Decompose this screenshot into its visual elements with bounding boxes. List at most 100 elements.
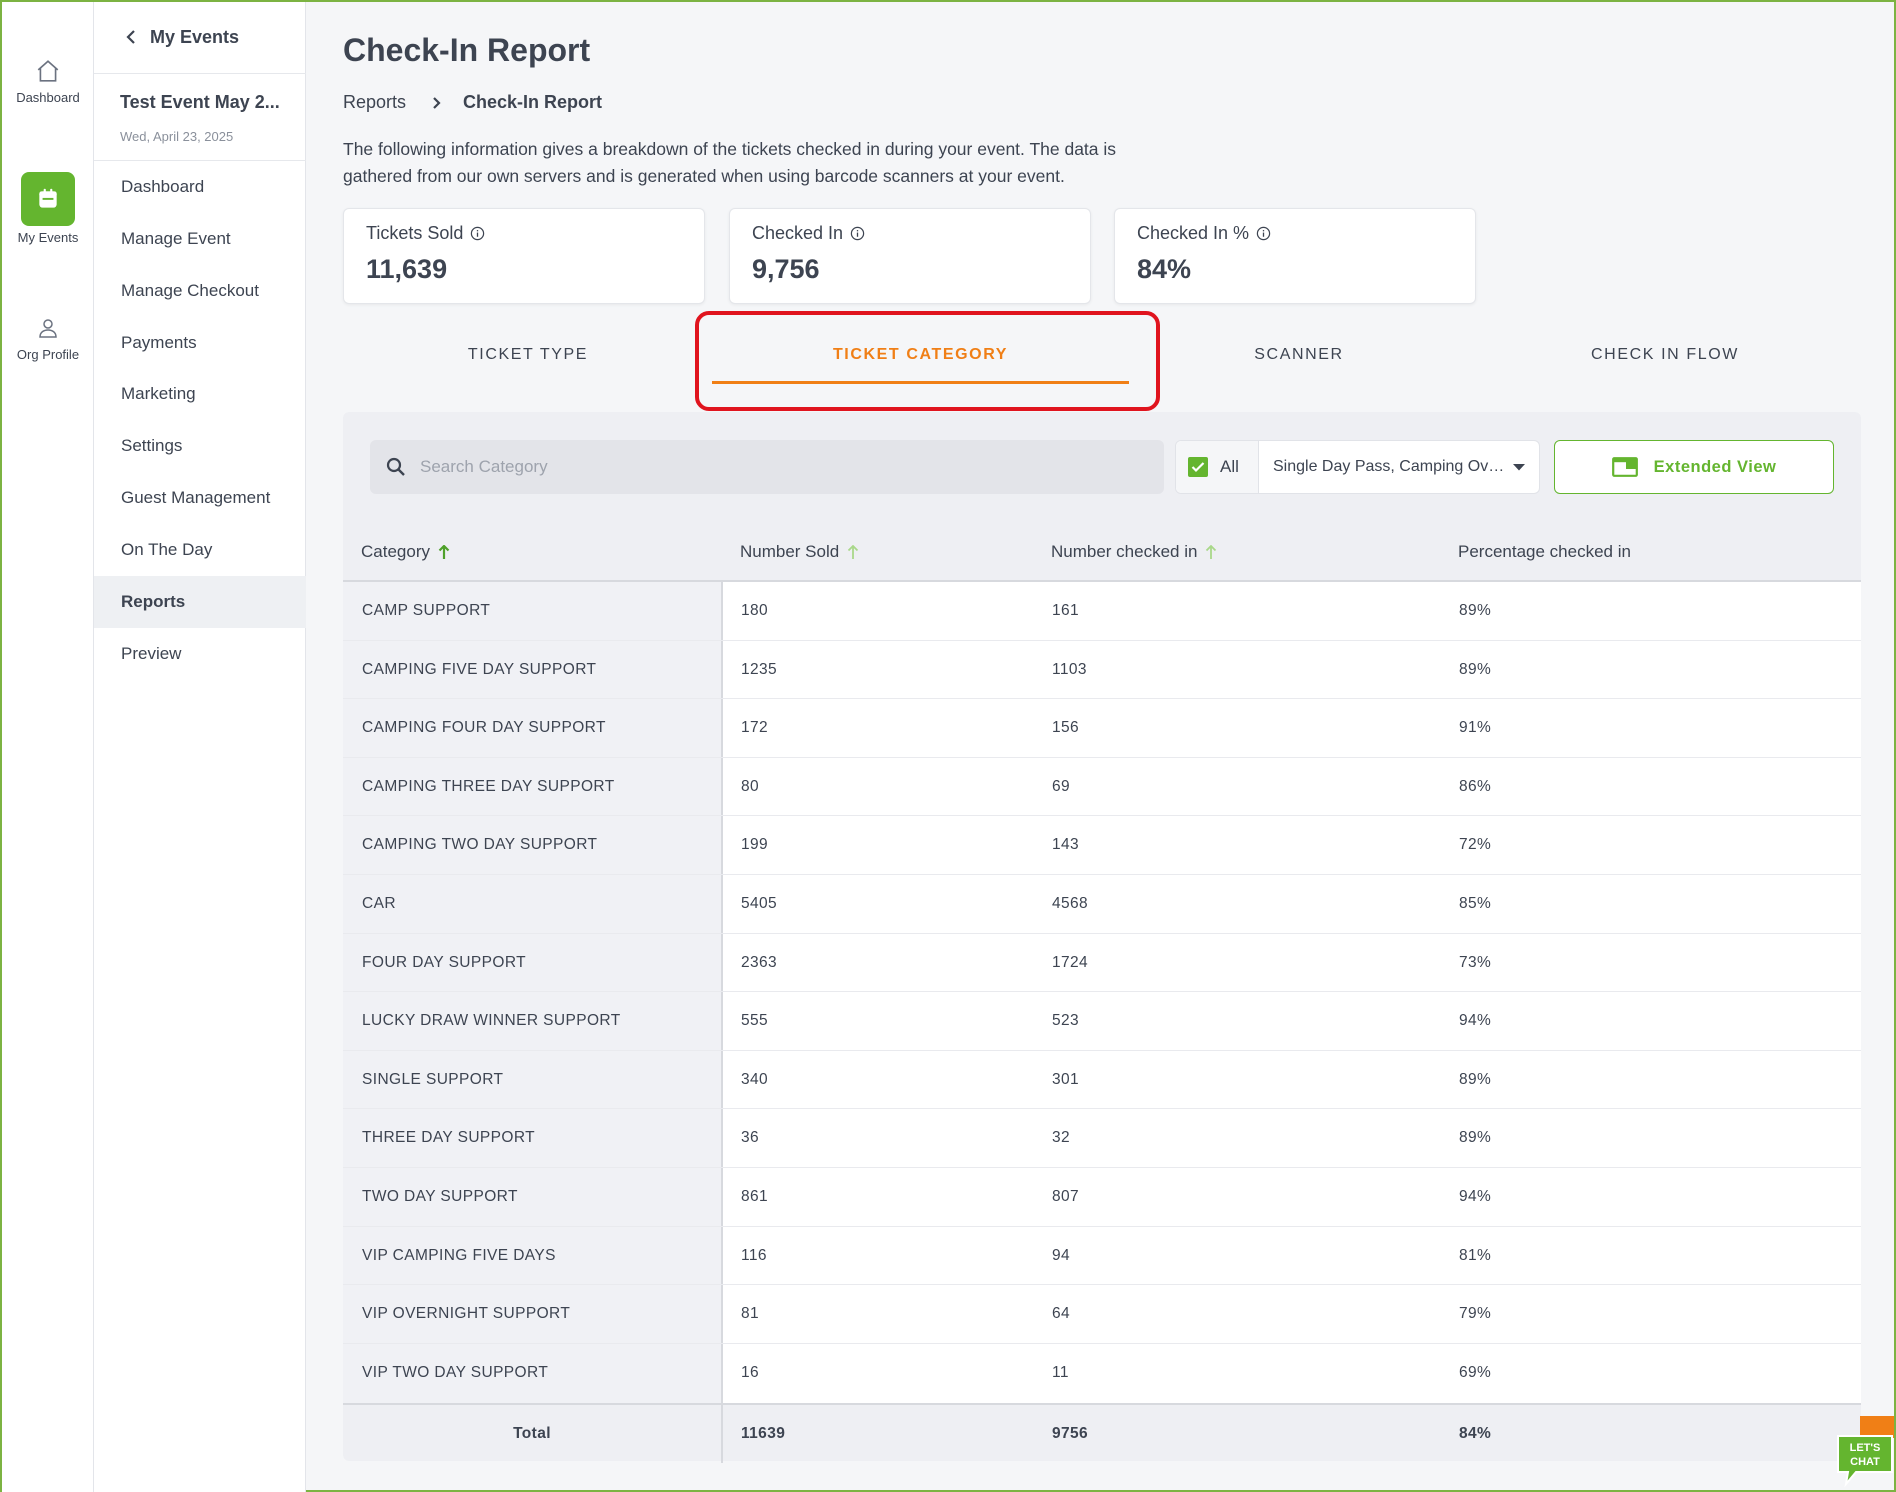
sidebar-item-marketing[interactable]: Marketing	[94, 368, 306, 420]
search-icon	[386, 457, 405, 476]
sidebar-item-manage-checkout[interactable]: Manage Checkout	[94, 265, 306, 317]
icon-rail: Dashboard My Events Org Profile	[2, 2, 94, 1492]
rail-item-my-events[interactable]: My Events	[2, 172, 94, 245]
caret-down-icon	[1513, 463, 1525, 470]
category-report-panel: All Single Day Pass, Camping Over... Ext…	[343, 412, 1861, 1463]
cell-percentage: 85%	[1459, 895, 1492, 912]
total-label: Total	[513, 1425, 551, 1442]
rail-label-dashboard: Dashboard	[16, 90, 80, 105]
column-header-number-sold[interactable]: Number Sold	[740, 522, 859, 582]
extended-view-button[interactable]: Extended View	[1554, 440, 1834, 494]
calendar-icon	[21, 172, 75, 226]
column-header-label: Category	[361, 542, 430, 561]
cell-category: VIP TWO DAY SUPPORT	[362, 1363, 549, 1381]
stat-card-tickets-sold: Tickets Sold 11,639	[343, 208, 705, 304]
cell-number-sold: 2363	[741, 953, 778, 971]
sidebar-item-payments[interactable]: Payments	[94, 317, 306, 369]
cell-number-sold: 180	[741, 602, 769, 619]
cell-percentage: 72%	[1459, 836, 1492, 854]
cell-number-checked-in: 807	[1052, 1188, 1080, 1205]
sidebar-item-reports[interactable]: Reports	[94, 576, 306, 628]
event-sidebar: My Events Test Event May 2... Wed, April…	[94, 2, 306, 1492]
cell-number-checked-in: 301	[1052, 1070, 1080, 1088]
breadcrumb-current: Check-In Report	[463, 92, 603, 112]
info-icon[interactable]	[470, 226, 485, 241]
stat-label: Checked In %	[1137, 223, 1250, 243]
column-header-category[interactable]: Category	[361, 522, 450, 582]
rail-item-org-profile[interactable]: Org Profile	[2, 315, 94, 362]
extended-view-label: Extended View	[1653, 457, 1777, 476]
column-header-number-checked-in[interactable]: Number checked in	[1051, 522, 1217, 582]
highlight-annotation-box	[695, 311, 1160, 411]
table-total-row: Total 11639 9756 84%	[343, 1403, 1861, 1463]
cell-number-checked-in: 523	[1052, 1012, 1080, 1030]
cell-category: THREE DAY SUPPORT	[362, 1129, 536, 1147]
stat-value: 84%	[1137, 254, 1192, 284]
all-checkbox[interactable]	[1188, 457, 1208, 477]
tab-check-in-flow[interactable]: CHECK IN FLOW	[1469, 332, 1861, 378]
cell-number-checked-in: 94	[1052, 1246, 1071, 1264]
back-to-my-events-link[interactable]: My Events	[126, 24, 239, 50]
table-row: CAMP SUPPORT 180 161 89%	[343, 582, 1861, 641]
cell-number-sold: 116	[741, 1246, 767, 1264]
cell-category: CAMPING FIVE DAY SUPPORT	[362, 660, 597, 678]
stat-card-checked-in-percent: Checked In % 84%	[1114, 208, 1476, 304]
cell-number-checked-in: 69	[1052, 777, 1071, 795]
stat-card-checked-in: Checked In 9,756	[729, 208, 1091, 304]
cell-number-checked-in: 11	[1052, 1363, 1069, 1381]
cell-percentage: 89%	[1459, 1070, 1492, 1088]
divider	[94, 73, 306, 74]
table-header: Category Number Sold Number checked in P…	[343, 522, 1861, 582]
cell-number-sold: 555	[741, 1012, 769, 1030]
table-row: CAMPING FIVE DAY SUPPORT 1235 1103 89%	[343, 641, 1861, 700]
cell-category: LUCKY DRAW WINNER SUPPORT	[362, 1012, 621, 1030]
chat-bubble-icon: LET'S CHAT	[1837, 1416, 1894, 1488]
cell-percentage: 91%	[1459, 719, 1492, 737]
cell-number-sold: 16	[741, 1363, 760, 1381]
column-header-percentage-checked-in[interactable]: Percentage checked in	[1458, 522, 1631, 582]
info-icon[interactable]	[1256, 226, 1271, 241]
table-row: THREE DAY SUPPORT 36 32 89%	[343, 1109, 1861, 1168]
cell-number-checked-in: 32	[1052, 1129, 1071, 1147]
sort-arrow-up-icon	[848, 544, 859, 559]
chat-label-line1: LET'S	[1850, 1442, 1881, 1454]
rail-item-dashboard[interactable]: Dashboard	[2, 58, 94, 105]
table-row: CAMPING FOUR DAY SUPPORT 172 156 91%	[343, 699, 1861, 758]
check-icon	[1191, 462, 1205, 473]
cell-category: CAMPING TWO DAY SUPPORT	[362, 836, 598, 854]
total-number-sold: 11639	[741, 1425, 786, 1442]
page-title: Check-In Report	[343, 32, 591, 68]
table-row: VIP CAMPING FIVE DAYS 116 94 81%	[343, 1227, 1861, 1286]
sort-arrow-up-icon	[1206, 544, 1217, 559]
stat-label: Tickets Sold	[366, 223, 464, 243]
sidebar-item-settings[interactable]: Settings	[94, 420, 306, 472]
tab-ticket-type[interactable]: TICKET TYPE	[343, 332, 713, 378]
back-link-label: My Events	[150, 26, 240, 47]
cell-category: CAR	[362, 895, 396, 912]
column-header-label: Number checked in	[1051, 542, 1198, 561]
cell-category: FOUR DAY SUPPORT	[362, 953, 527, 971]
sidebar-item-manage-event[interactable]: Manage Event	[94, 213, 306, 265]
cell-category: VIP CAMPING FIVE DAYS	[362, 1246, 556, 1264]
sidebar-item-guest-management[interactable]: Guest Management	[94, 472, 306, 524]
cell-number-checked-in: 1724	[1052, 953, 1089, 971]
tab-scanner[interactable]: SCANNER	[1129, 332, 1469, 378]
sort-arrow-up-icon	[438, 544, 450, 559]
ticket-type-select[interactable]: Single Day Pass, Camping Over...	[1259, 441, 1539, 493]
search-input[interactable]	[420, 457, 1120, 477]
ticket-type-select-value: Single Day Pass, Camping Over...	[1273, 458, 1513, 475]
cell-number-sold: 81	[741, 1305, 760, 1323]
lets-chat-widget[interactable]: LET'S CHAT	[1836, 1416, 1894, 1488]
info-icon[interactable]	[850, 226, 865, 241]
filter-all: All	[1176, 441, 1259, 493]
sidebar-item-on-the-day[interactable]: On The Day	[94, 524, 306, 576]
cell-percentage: 81%	[1459, 1246, 1492, 1264]
cell-category: TWO DAY SUPPORT	[362, 1188, 518, 1205]
ticket-filter: All Single Day Pass, Camping Over...	[1175, 440, 1540, 494]
sidebar-item-dashboard[interactable]: Dashboard	[94, 161, 306, 213]
sidebar-item-preview[interactable]: Preview	[94, 628, 306, 680]
table-row: VIP OVERNIGHT SUPPORT 81 64 79%	[343, 1285, 1861, 1344]
cell-category: VIP OVERNIGHT SUPPORT	[362, 1305, 571, 1323]
breadcrumb-reports-link[interactable]: Reports	[343, 92, 406, 113]
user-icon	[39, 319, 57, 338]
